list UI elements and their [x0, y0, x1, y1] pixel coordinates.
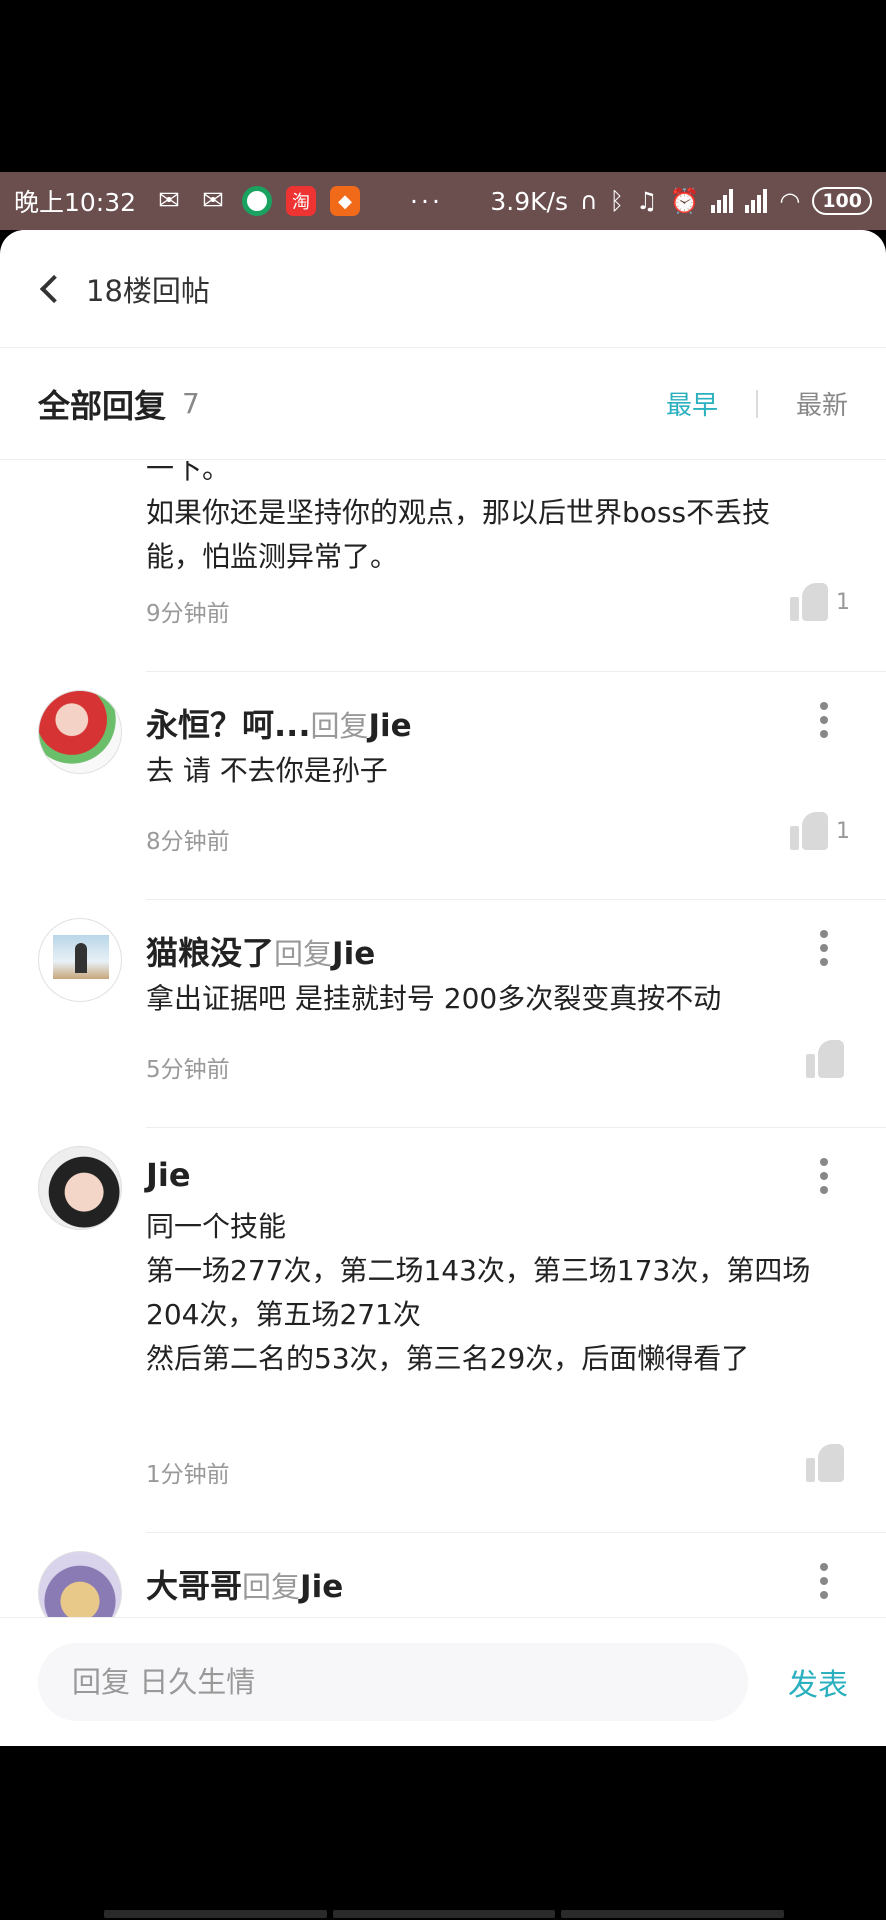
comment-header: 永恒？呵... 回复 Jie — [146, 700, 412, 746]
alarm-icon: ⏰ — [669, 187, 700, 215]
comment-text: 同一个技能 第一场277次，第二场143次，第三场173次，第四场 204次，第… — [146, 1210, 811, 1375]
divider — [146, 899, 886, 900]
comment-time: 1分钟前 — [146, 1462, 230, 1488]
taobao-icon: 淘 — [286, 186, 317, 216]
comment-username[interactable]: 大哥哥 — [146, 1561, 242, 1607]
more-options-icon[interactable] — [818, 930, 830, 966]
divider — [146, 671, 886, 672]
thumb-up-icon — [790, 812, 830, 850]
reply-input[interactable] — [38, 1643, 748, 1721]
send-button[interactable]: 发表 — [788, 1660, 848, 1704]
divider — [146, 1127, 886, 1128]
bluetooth-icon: ᛒ — [609, 187, 624, 215]
like-button[interactable]: 1 — [790, 583, 850, 621]
thumb-up-icon — [806, 1444, 846, 1482]
status-time: 晚上10:32 — [14, 188, 137, 217]
back-icon[interactable] — [39, 274, 69, 303]
network-speed: 3.9K/s — [490, 186, 568, 216]
reply-target-username[interactable]: Jie — [300, 1569, 343, 1605]
replies-header: 全部回复 7 最早 最新 — [0, 348, 886, 460]
reply-word: 回复 — [274, 937, 333, 971]
comment-time: 9分钟前 — [146, 601, 230, 627]
reply-sheet: 18楼回帖 全部回复 7 最早 最新 一下。 如果你还是坚持你的观点，那以后世界… — [0, 230, 886, 1746]
sort-earliest-tab[interactable]: 最早 — [666, 385, 718, 422]
like-count: 1 — [836, 589, 850, 615]
like-button[interactable] — [806, 1040, 846, 1078]
like-count: 1 — [836, 818, 850, 844]
signal-icon — [745, 189, 768, 213]
more-options-icon[interactable] — [818, 1563, 830, 1599]
battery-icon: 100 — [812, 187, 872, 215]
like-button[interactable]: 1 — [790, 812, 850, 850]
thumb-up-icon — [790, 583, 830, 621]
replies-title: 全部回复 — [38, 386, 167, 425]
sort-switch: 最早 最新 — [666, 385, 848, 422]
app-ring-icon — [242, 186, 273, 216]
reply-bar: 发表 — [0, 1617, 886, 1746]
comment-header: Jie — [146, 1156, 191, 1194]
comment-text: 一下。 如果你还是坚持你的观点，那以后世界boss不丢技 能，怕监测异常了。 — [146, 461, 771, 573]
status-bar: 晚上10:32 ✉ ✉ 淘 ◆ ··· 3.9K/s ∩ ᛒ ♫ ⏰ ◠ 100 — [0, 172, 886, 230]
comment-username[interactable]: 永恒？呵... — [146, 700, 310, 746]
mute-icon: ♫ — [635, 187, 658, 215]
comment-username[interactable]: 猫粮没了 — [146, 928, 274, 974]
comment-text: 去 请 不去你是孙子 — [146, 754, 388, 787]
like-button[interactable] — [806, 1444, 846, 1482]
comment-time: 8分钟前 — [146, 829, 230, 855]
wechat-icon: ✉ — [202, 186, 224, 216]
avatar[interactable] — [38, 918, 122, 1002]
reply-word: 回复 — [242, 1570, 301, 1604]
comment-text: 拿出证据吧 是挂就封号 200多次裂变真按不动 — [146, 982, 722, 1015]
chick-app-icon: ◆ — [330, 186, 361, 216]
divider — [146, 1532, 886, 1533]
thumb-up-icon — [806, 1040, 846, 1078]
replies-count: 7 — [182, 387, 200, 420]
headphones-icon: ∩ — [579, 187, 598, 215]
sort-divider — [755, 389, 758, 418]
more-options-icon[interactable] — [818, 702, 830, 738]
avatar[interactable] — [38, 690, 122, 774]
comment-username[interactable]: Jie — [146, 1156, 191, 1194]
hd-signal-icon — [711, 189, 734, 213]
reply-target-username[interactable]: Jie — [369, 708, 412, 744]
comment-header: 大哥哥 回复 Jie — [146, 1561, 343, 1607]
more-notifications-icon: ··· — [410, 186, 443, 216]
gesture-bar — [104, 1910, 785, 1918]
top-bar: 18楼回帖 — [0, 230, 886, 348]
reply-target-username[interactable]: Jie — [332, 936, 375, 972]
wifi-icon: ◠ — [779, 187, 801, 215]
more-options-icon[interactable] — [818, 1158, 830, 1194]
page-title: 18楼回帖 — [86, 273, 210, 308]
avatar[interactable] — [38, 1551, 122, 1617]
avatar[interactable] — [38, 1146, 122, 1230]
comment-list[interactable]: 一下。 如果你还是坚持你的观点，那以后世界boss不丢技 能，怕监测异常了。 9… — [0, 461, 886, 1617]
wechat-icon: ✉ — [158, 186, 180, 216]
comment-header: 猫粮没了 回复 Jie — [146, 928, 375, 974]
reply-word: 回复 — [310, 709, 369, 743]
comment-time: 5分钟前 — [146, 1057, 230, 1083]
sort-newest-tab[interactable]: 最新 — [796, 385, 848, 422]
